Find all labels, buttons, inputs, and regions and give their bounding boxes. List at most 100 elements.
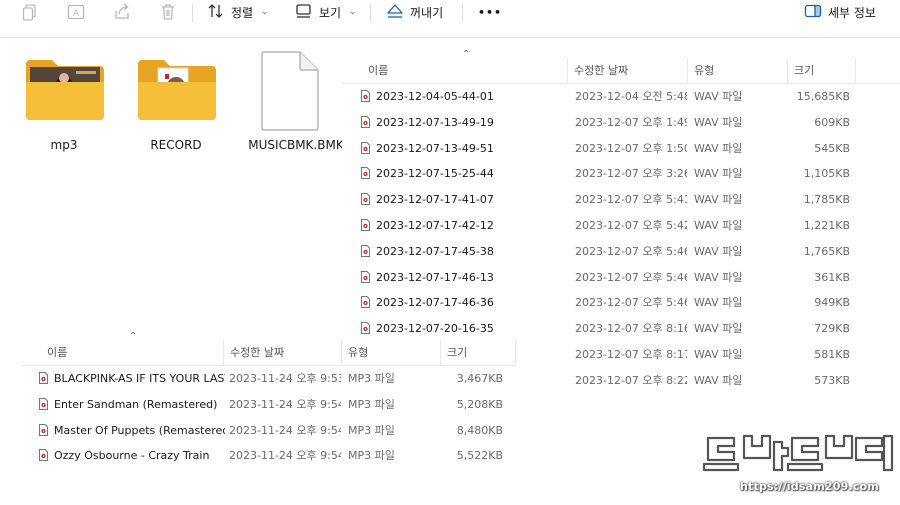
- list-row[interactable]: 2023-12-07-20-16-35 2023-12-07 오후 8:16 WAV…: [342, 316, 900, 342]
- eject-icon: [386, 2, 404, 23]
- cell-name: 2023-12-07-20-16-35: [361, 316, 561, 342]
- cell-name: 2023-12-07-13-49-19: [361, 110, 561, 136]
- delete-icon[interactable]: [158, 2, 178, 22]
- watermark-url: https://idsam209.com: [740, 480, 879, 493]
- blank-file-icon: [261, 51, 319, 131]
- cell-size: 1,785KB: [803, 193, 850, 207]
- list-row[interactable]: 2023-12-04-05-44-01 2023-12-04 오전 5:48 WAV…: [342, 84, 900, 110]
- cell-type: WAV 파일: [694, 373, 743, 387]
- cell-date: 2023-12-07 오후 8:16: [575, 322, 687, 336]
- details-pane-icon: [804, 2, 822, 23]
- cell-name: Master Of Puppets (Remastered): [39, 418, 225, 444]
- list-row[interactable]: 2023-12-07-17-45-38 2023-12-07 오후 5:46 WAV…: [342, 239, 900, 265]
- cell-type: MP3 파일: [348, 449, 395, 463]
- rename-icon[interactable]: A: [66, 2, 86, 22]
- list-row[interactable]: Master Of Puppets (Remastered) 2023-11-24…: [21, 418, 516, 444]
- cell-size: 729KB: [814, 322, 850, 336]
- media-file-icon: [361, 193, 370, 206]
- file-name: 2023-12-04-05-44-01: [376, 90, 494, 103]
- cell-date: 2023-11-24 오후 9:53: [229, 372, 341, 385]
- list-row[interactable]: 2023-12-07-17-46-36 2023-12-07 오후 5:46 WAV…: [342, 290, 900, 316]
- cell-size: 609KB: [814, 115, 850, 129]
- cell-type: WAV 파일: [694, 115, 743, 129]
- folder-mp3[interactable]: mp3: [24, 56, 106, 156]
- media-file-icon: [39, 397, 48, 410]
- command-bar: A 정렬 ⌄ 보기 ⌄ 꺼내기 ••• 세부 정보: [0, 0, 900, 38]
- file-name: Ozzy Osbourne - Crazy Train: [54, 449, 210, 463]
- list-row[interactable]: 2023-12-07-17-41-07 2023-12-07 오후 5:41 WAV…: [342, 187, 900, 213]
- view-button[interactable]: 보기 ⌄: [295, 2, 357, 22]
- details-pane-button[interactable]: 세부 정보: [804, 2, 876, 22]
- file-name: 2023-12-07-13-49-51: [376, 141, 494, 155]
- share-icon[interactable]: [112, 2, 132, 22]
- cell-size: 545KB: [814, 141, 850, 155]
- column-header-name[interactable]: 이름: [362, 58, 568, 84]
- cell-type: WAV 파일: [694, 193, 743, 207]
- cell-type: MP3 파일: [348, 397, 395, 411]
- cell-type: WAV 파일: [694, 167, 743, 181]
- cell-type: WAV 파일: [694, 244, 743, 258]
- column-header-name[interactable]: 이름: [41, 340, 224, 366]
- file-musicbmk[interactable]: MUSICBMK.BMK: [248, 50, 344, 156]
- cell-name: 2023-12-07-17-46-36: [361, 290, 561, 316]
- list-row[interactable]: 2023-12-07-17-46-13 2023-12-07 오후 5:46 WAV…: [342, 265, 900, 291]
- cell-size: 15,685KB: [796, 90, 850, 103]
- cell-type: WAV 파일: [694, 347, 743, 361]
- list-row[interactable]: 2023-12-07-15-25-44 2023-12-07 오후 3:26 WAV…: [342, 161, 900, 187]
- sort-button[interactable]: 정렬 ⌄: [207, 2, 269, 22]
- site-logo-graphic: [702, 434, 894, 472]
- list-row[interactable]: BLACKPINK-AS IF ITS YOUR LAST ... 2023-11…: [21, 366, 516, 392]
- column-header-type[interactable]: 유형: [688, 58, 788, 84]
- file-name: BLACKPINK-AS IF ITS YOUR LAST ...: [54, 372, 225, 385]
- column-header-date[interactable]: 수정한 날짜: [224, 340, 342, 366]
- column-header-size[interactable]: 크기: [441, 340, 516, 366]
- cell-type: WAV 파일: [694, 90, 743, 103]
- list-body: BLACKPINK-AS IF ITS YOUR LAST ... 2023-11…: [21, 366, 516, 469]
- file-name: 2023-12-07-13-49-19: [376, 115, 494, 129]
- list-row[interactable]: Enter Sandman (Remastered) 2023-11-24 오후 …: [21, 392, 516, 418]
- cell-name: 2023-12-07-13-49-51: [361, 136, 561, 162]
- cell-name: 2023-12-04-05-44-01: [361, 84, 561, 110]
- cell-date: 2023-12-07 오후 8:22: [575, 373, 687, 387]
- mp3-file-list: ⌃ 이름 수정한 날짜 유형 크기 BLACKPINK-AS IF ITS YO…: [21, 331, 516, 480]
- cell-name: 2023-12-07-17-41-07: [361, 187, 561, 213]
- cell-type: WAV 파일: [694, 218, 743, 232]
- cell-type: WAV 파일: [694, 322, 743, 336]
- list-row[interactable]: 2023-12-07-13-49-51 2023-12-07 오후 1:50 WAV…: [342, 136, 900, 162]
- cell-size: 5,522KB: [456, 449, 503, 463]
- cell-date: 2023-11-24 오후 9:54: [229, 423, 341, 437]
- list-row[interactable]: 2023-12-07-13-49-19 2023-12-07 오후 1:49 WAV…: [342, 110, 900, 136]
- toolbar-separator: [192, 4, 193, 22]
- cell-size: 1,105KB: [803, 167, 850, 181]
- item-label: RECORD: [150, 138, 202, 152]
- media-file-icon: [361, 90, 370, 102]
- cell-date: 2023-12-07 오후 5:41: [575, 193, 687, 207]
- list-row[interactable]: Ozzy Osbourne - Crazy Train 2023-11-24 오후…: [21, 443, 516, 469]
- folder-record[interactable]: RECORD: [136, 56, 218, 156]
- toolbar-separator: [462, 4, 463, 22]
- list-row[interactable]: 2023-12-07-17-42-12 2023-12-07 오후 5:42 WAV…: [342, 213, 900, 239]
- copy-icon[interactable]: [20, 2, 40, 22]
- cell-date: 2023-12-07 오후 3:26: [575, 167, 687, 181]
- cell-size: 3,467KB: [456, 372, 503, 385]
- media-file-icon: [361, 296, 370, 309]
- details-pane-label: 세부 정보: [828, 5, 876, 20]
- media-file-icon: [361, 270, 370, 283]
- media-file-icon: [39, 372, 48, 384]
- cell-date: 2023-12-07 오후 5:42: [575, 218, 687, 232]
- cell-date: 2023-11-24 오후 9:54: [229, 397, 341, 411]
- column-header-size[interactable]: 크기: [788, 58, 856, 84]
- media-file-icon: [39, 449, 48, 462]
- cell-type: WAV 파일: [694, 270, 743, 284]
- column-header-date[interactable]: 수정한 날짜: [568, 58, 688, 84]
- file-name: 2023-12-07-20-16-35: [376, 322, 494, 336]
- media-file-icon: [361, 244, 370, 257]
- cell-date: 2023-12-04 오전 5:48: [575, 90, 687, 103]
- more-options-button[interactable]: •••: [478, 2, 502, 22]
- view-icon: [295, 2, 313, 23]
- eject-button[interactable]: 꺼내기: [386, 2, 443, 22]
- cell-name: 2023-12-07-15-25-44: [361, 161, 561, 187]
- file-name: 2023-12-07-15-25-44: [376, 167, 494, 181]
- cell-size: 949KB: [814, 296, 850, 310]
- column-header-type[interactable]: 유형: [342, 340, 441, 366]
